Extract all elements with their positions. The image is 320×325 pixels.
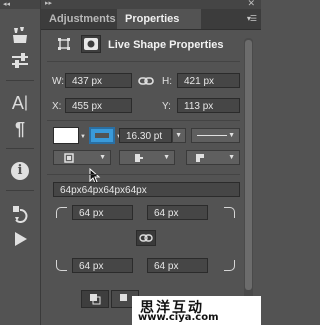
expand-icon[interactable]: ▸▸ (45, 0, 52, 7)
corner-top-left-icon (56, 207, 67, 218)
combined-corner-radius-input[interactable]: 64px64px64px64px (53, 182, 240, 197)
chevron-down-icon: ▼ (228, 154, 235, 161)
tab-adjustments[interactable]: Adjustments (41, 9, 129, 29)
panel-header-bar: ▸▸ ✕ (41, 0, 261, 9)
corner-top-left-input[interactable]: 64 px (72, 205, 133, 220)
toolbar-separator (6, 80, 34, 81)
mask-icon[interactable] (81, 35, 101, 53)
corner-bottom-right-icon (224, 260, 235, 271)
chevron-down-icon[interactable]: ▼ (79, 133, 87, 141)
chevron-down-icon: ▼ (163, 154, 170, 161)
panel-tabs: Adjustments Properties ▾☰ (41, 9, 261, 30)
corner-bottom-left-icon (56, 260, 67, 271)
combine-shapes-icon[interactable] (81, 290, 109, 308)
collapse-icon[interactable]: ◂◂ (0, 0, 40, 9)
height-label: H: (162, 76, 172, 87)
tab-properties[interactable]: Properties (117, 9, 201, 29)
chevron-down-icon: ▼ (175, 132, 182, 139)
stroke-align-dropdown[interactable]: ▼ (53, 150, 111, 165)
paragraph-glyph: ¶ (14, 118, 25, 139)
watermark: 思洋互动 www.ciya.com (132, 296, 261, 325)
adjustments-icon[interactable] (7, 24, 33, 46)
toolbar-separator (6, 190, 34, 191)
y-input[interactable]: 113 px (177, 98, 240, 113)
toolbar-separator (6, 148, 34, 149)
y-label: Y: (162, 101, 171, 112)
width-input[interactable]: 437 px (65, 73, 132, 88)
panel-menu-icon[interactable]: ▾☰ (247, 14, 257, 23)
watermark-url: www.ciya.com (138, 312, 219, 323)
character-glyph: A (11, 92, 24, 113)
info-glyph: i (11, 162, 29, 180)
x-label: X: (52, 101, 62, 112)
corner-bottom-left-input[interactable]: 64 px (72, 258, 133, 273)
stroke-line-preview (197, 135, 227, 136)
history-icon[interactable] (7, 202, 33, 224)
panel-title: Live Shape Properties (108, 39, 224, 51)
chevron-down-icon: ▼ (99, 154, 106, 161)
link-corners-icon[interactable] (136, 230, 156, 246)
x-input[interactable]: 455 px (65, 98, 132, 113)
stroke-swatch[interactable] (89, 127, 115, 144)
actions-icon[interactable] (7, 228, 33, 250)
corner-top-right-input[interactable]: 64 px (147, 205, 208, 220)
scrollbar-thumb[interactable] (245, 40, 252, 290)
info-icon[interactable]: i (7, 160, 33, 182)
divider (47, 61, 240, 62)
close-icon[interactable]: ✕ (247, 0, 255, 9)
stroke-caps-dropdown[interactable]: ▼ (119, 150, 175, 165)
character-icon[interactable]: A | (7, 92, 33, 114)
fill-swatch[interactable] (53, 127, 79, 144)
stroke-width-input[interactable]: 16.30 pt (119, 128, 172, 143)
properties-panel: ▸▸ ✕ Adjustments Properties ▾☰ Live Shap… (41, 0, 261, 325)
scrollbar[interactable] (244, 38, 253, 300)
link-icon[interactable] (138, 74, 154, 88)
divider (47, 174, 240, 175)
corner-bottom-right-input[interactable]: 64 px (147, 258, 208, 273)
width-label: W: (52, 76, 65, 87)
chevron-down-icon: ▼ (228, 132, 235, 139)
height-input[interactable]: 421 px (177, 73, 240, 88)
paragraph-icon[interactable]: ¶ (7, 118, 33, 140)
stroke-corners-dropdown[interactable]: ▼ (186, 150, 240, 165)
properties-icon[interactable] (7, 50, 33, 72)
panel-toolbar: ◂◂ A | ¶ i (0, 0, 41, 325)
divider (47, 120, 240, 121)
stroke-type-dropdown[interactable]: ▼ (191, 128, 240, 143)
corner-top-right-icon (224, 207, 235, 218)
live-shape-icon (56, 36, 72, 52)
stroke-width-dropdown[interactable]: ▼ (172, 128, 186, 143)
